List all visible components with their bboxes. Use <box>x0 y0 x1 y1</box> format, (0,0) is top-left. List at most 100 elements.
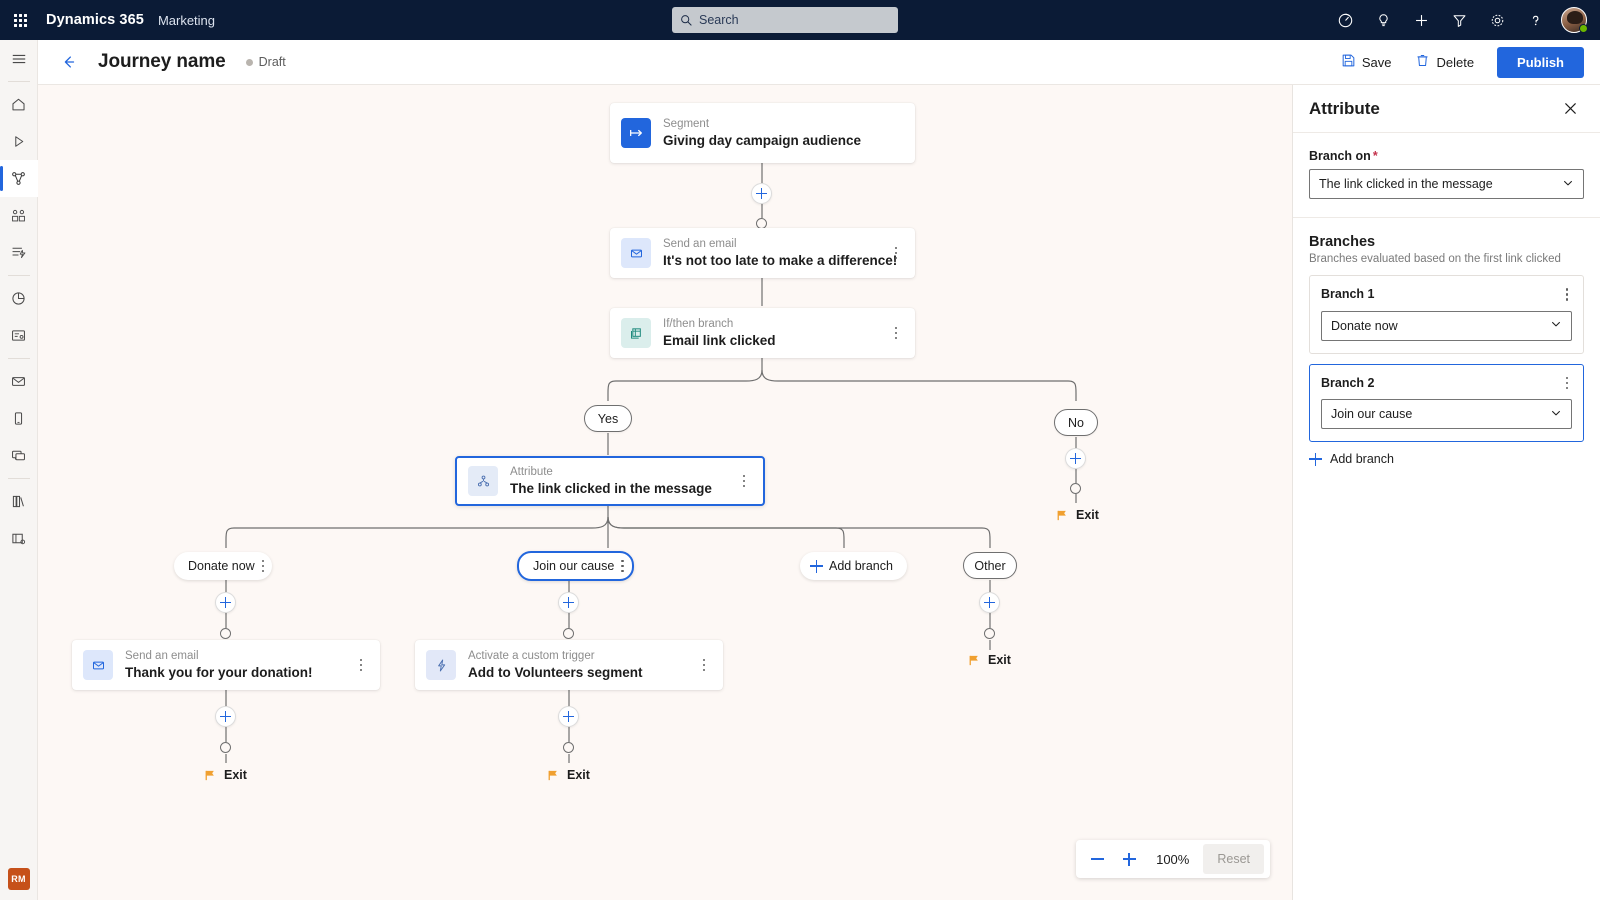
branch-1-select[interactable]: Donate now <box>1321 310 1572 341</box>
close-icon[interactable] <box>1556 95 1584 123</box>
sidebar-item-analytics[interactable] <box>0 280 38 317</box>
add-step-button[interactable] <box>215 706 236 727</box>
publish-button[interactable]: Publish <box>1497 46 1584 78</box>
exit-flag-icon <box>969 655 978 665</box>
node-name: Email link clicked <box>663 333 776 348</box>
exit-label: Exit <box>988 653 1011 667</box>
add-step-button[interactable] <box>558 706 579 727</box>
branch-on-select[interactable]: The link clicked in the message <box>1309 169 1584 199</box>
search-input[interactable] <box>699 13 890 27</box>
search-box[interactable] <box>672 7 898 33</box>
sidebar-item-library[interactable] <box>0 483 38 520</box>
zoom-in-button[interactable] <box>1114 844 1144 874</box>
node-overflow-menu[interactable] <box>737 472 751 490</box>
branch-label-donate-now[interactable]: Donate now <box>174 552 273 580</box>
add-step-button[interactable] <box>751 183 772 204</box>
filter-icon[interactable] <box>1440 0 1478 40</box>
node-overflow-menu[interactable] <box>889 324 903 342</box>
analytics-icon <box>12 292 25 305</box>
app-launcher-icon[interactable] <box>0 0 40 40</box>
branch-1-value: Donate now <box>1331 318 1398 333</box>
sidebar-item-home[interactable] <box>0 86 38 123</box>
branch-card-1[interactable]: Branch 1 Donate now <box>1309 275 1584 354</box>
branch-label-no[interactable]: No <box>1054 409 1098 436</box>
exit-node: Exit <box>204 768 247 782</box>
node-overflow-menu[interactable] <box>697 656 711 674</box>
sidebar-item-text-messages[interactable] <box>0 400 38 437</box>
search-icon <box>680 14 693 27</box>
node-segment[interactable]: Segment Giving day campaign audience <box>610 103 915 163</box>
branch-label-join-our-cause[interactable]: Join our cause <box>517 551 634 581</box>
add-branch-pill[interactable]: Add branch <box>800 552 907 580</box>
add-branch-button[interactable]: Add branch <box>1309 452 1584 466</box>
lightbulb-icon[interactable] <box>1364 0 1402 40</box>
gear-icon[interactable] <box>1478 0 1516 40</box>
node-overflow-menu[interactable] <box>354 656 368 674</box>
plus-icon <box>810 559 823 573</box>
node-name: Giving day campaign audience <box>663 133 862 148</box>
branch-2-select[interactable]: Join our cause <box>1321 399 1572 429</box>
node-send-email-1[interactable]: Send an email It's not too late to make … <box>610 228 915 278</box>
sidebar-item-menu[interactable] <box>0 40 38 77</box>
node-name: It's not too late to make a difference! <box>663 253 898 268</box>
branch-overflow-menu[interactable] <box>261 559 265 573</box>
status-label: Draft <box>258 55 286 69</box>
plus-icon[interactable] <box>1402 0 1440 40</box>
journeys-icon <box>12 172 25 185</box>
add-step-button[interactable] <box>979 592 1000 613</box>
sidebar-item-segments[interactable] <box>0 197 38 234</box>
sidebar-item-forms[interactable] <box>0 317 38 354</box>
sidebar-item-emails[interactable] <box>0 363 38 400</box>
insights-icon[interactable] <box>1326 0 1364 40</box>
branch-label-yes[interactable]: Yes <box>584 405 632 432</box>
rail-divider <box>7 81 30 82</box>
exit-label: Exit <box>1076 508 1099 522</box>
node-overflow-menu[interactable] <box>889 244 903 262</box>
branch-on-label-text: Branch on <box>1309 149 1371 163</box>
plus-icon <box>1309 452 1322 466</box>
sidebar-item-triggers[interactable] <box>0 234 38 271</box>
sidebar-item-push-notifications[interactable] <box>0 437 38 474</box>
node-if-then-branch[interactable]: If/then branch Email link clicked <box>610 308 915 358</box>
sidebar-item-recent[interactable] <box>0 123 38 160</box>
back-arrow-icon[interactable] <box>52 45 86 79</box>
branch-1-overflow-menu[interactable] <box>1562 286 1573 303</box>
push-icon <box>12 450 25 461</box>
branch-2-overflow-menu[interactable] <box>1562 375 1573 392</box>
sidebar-item-journeys[interactable] <box>0 160 38 197</box>
presence-indicator <box>1579 24 1588 33</box>
exit-label: Exit <box>567 768 590 782</box>
save-label: Save <box>1361 54 1392 70</box>
segments-icon <box>12 209 25 222</box>
node-name: Add to Volunteers segment <box>468 665 643 680</box>
exit-flag-icon <box>205 770 214 780</box>
top-header: Dynamics 365 Marketing <box>0 0 1600 40</box>
delete-button[interactable]: Delete <box>1406 47 1483 77</box>
node-attribute[interactable]: Attribute The link clicked in the messag… <box>455 456 765 506</box>
journey-canvas[interactable]: Segment Giving day campaign audience Sen… <box>38 85 1292 900</box>
user-initials-avatar[interactable]: RM <box>7 868 30 890</box>
branch-other-label: Other <box>974 558 1006 573</box>
zoom-out-button[interactable] <box>1082 844 1112 874</box>
node-kind: Send an email <box>125 650 199 662</box>
add-step-button[interactable] <box>1065 448 1086 469</box>
branch-label-other[interactable]: Other <box>963 552 1017 579</box>
zoom-reset-button[interactable]: Reset <box>1203 844 1264 874</box>
sidebar-item-assets[interactable] <box>0 520 38 557</box>
save-button[interactable]: Save <box>1332 47 1401 77</box>
add-step-button[interactable] <box>215 592 236 613</box>
connector-dot <box>1070 483 1081 494</box>
branch-overflow-menu[interactable] <box>621 559 624 573</box>
add-step-button[interactable] <box>558 592 579 613</box>
zoom-control[interactable]: 100% Reset <box>1076 840 1270 878</box>
branch-yes-label: Yes <box>597 411 619 426</box>
help-icon[interactable] <box>1516 0 1554 40</box>
left-nav-rail: RM <box>0 40 38 900</box>
brand-name: Dynamics 365 <box>46 12 144 28</box>
node-send-email-2[interactable]: Send an email Thank you for your donatio… <box>72 640 380 690</box>
node-activate-custom-trigger[interactable]: Activate a custom trigger Add to Volunte… <box>415 640 723 690</box>
avatar[interactable] <box>1554 0 1594 40</box>
save-icon <box>1341 53 1356 71</box>
branch-2-value: Join our cause <box>1331 407 1413 421</box>
branch-card-2[interactable]: Branch 2 Join our cause <box>1309 363 1584 442</box>
